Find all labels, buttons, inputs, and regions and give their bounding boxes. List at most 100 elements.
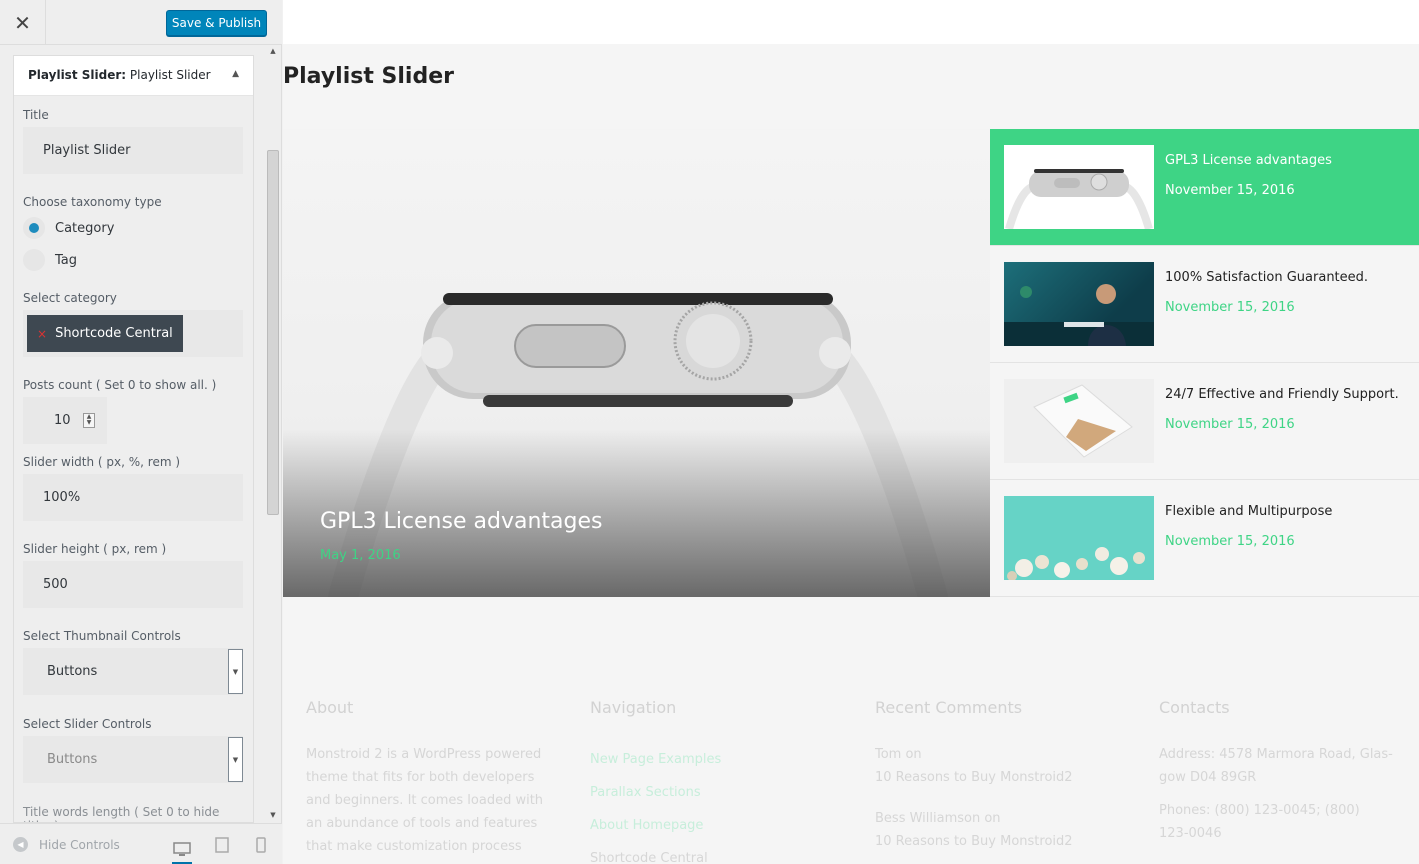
footer-about-line: and beginners. It comes loaded with [306, 793, 544, 808]
thumbnail-list: GPL3 License advantages November 15, 201… [990, 129, 1419, 597]
man-laptop-thumbnail [1004, 262, 1154, 346]
thumbnail-title: Flexible and Multipurpose [1165, 504, 1333, 519]
chevron-down-icon[interactable]: ▼ [228, 737, 243, 782]
taxonomy-option-label: Category [55, 220, 115, 236]
thumbnail-item[interactable]: Flexible and Multipurpose November 15, 2… [990, 480, 1419, 597]
footer-nav-link[interactable]: New Page Examples [590, 743, 850, 776]
hide-controls-button[interactable]: ◀ Hide Controls [13, 837, 120, 852]
footer-nav-link[interactable]: About Homepage [590, 809, 850, 842]
taxonomy-option-tag[interactable]: Tag [23, 246, 243, 274]
slider-width-input[interactable]: 100% [23, 474, 243, 521]
category-chip-label: Shortcode Central [55, 326, 173, 341]
taxonomy-option-label: Tag [55, 252, 78, 268]
tablet-preview-icon[interactable] [212, 836, 232, 854]
collapse-caret-icon[interactable]: ▲ [232, 69, 239, 79]
sidebar-scrollbar[interactable]: ▲ ▼ [266, 45, 280, 823]
footer-about-line: Monstroid 2 is a WordPress powered [306, 747, 542, 762]
radio-category[interactable] [23, 217, 45, 239]
contact-line: 123-0046 [1159, 826, 1222, 841]
category-select[interactable]: × Shortcode Central [23, 310, 243, 357]
contact-line: gow D04 89GR [1159, 770, 1257, 785]
widget-controls: Title Playlist Slider Choose taxonomy ty… [14, 96, 253, 822]
thumbnail-date: November 15, 2016 [1165, 183, 1295, 198]
posts-count-value: 10 [54, 413, 71, 428]
widget-name-label: Playlist Slider [129, 68, 211, 82]
posts-count-label: Posts count ( Set 0 to show all. ) [23, 378, 217, 392]
hide-controls-label: Hide Controls [39, 837, 120, 852]
thumbnail-title: 100% Satisfaction Guaranteed. [1165, 270, 1369, 285]
thumbnail-date: November 15, 2016 [1165, 417, 1295, 432]
footer-about-line: theme that fits for both developers [306, 770, 535, 785]
scrollbar-thumb[interactable] [267, 150, 279, 515]
brochure-thumbnail [1004, 379, 1154, 463]
taxonomy-label: Choose taxonomy type [23, 195, 162, 209]
title-words-label: Title words length ( Set 0 to hide title… [23, 805, 220, 822]
thumbnail-controls-value: Buttons [47, 664, 98, 679]
footer-about: About Monstroid 2 is a WordPress powered… [306, 698, 566, 858]
site-preview: Playlist Slider GPL3 License advantages … [283, 0, 1419, 864]
close-icon[interactable]: ✕ [0, 0, 46, 45]
watch-thumbnail [1004, 145, 1154, 229]
footer-recent-comments: Recent Comments Tom on 10 Reasons to Buy… [875, 698, 1135, 853]
scroll-down-icon[interactable]: ▼ [266, 811, 280, 821]
footer-contacts-heading: Contacts [1159, 698, 1230, 717]
comment-author: Tom on [875, 747, 922, 762]
slider-controls-label: Select Slider Controls [23, 717, 152, 731]
thumbnail-title: GPL3 License advantages [1165, 153, 1332, 168]
customizer-sidebar: ✕ Save & Publish Playlist Slider: Playli… [0, 0, 282, 864]
widget-panel: Playlist Slider: Playlist Slider ▲ Title… [13, 55, 254, 823]
footer-about-line: an abundance of tools and features [306, 816, 538, 831]
thumbnail-item[interactable]: 24/7 Effective and Friendly Support. Nov… [990, 363, 1419, 480]
footer-navigation: Navigation New Page Examples Parallax Se… [590, 698, 850, 864]
footer-about-line: that make customization process [306, 839, 522, 854]
slider-width-label: Slider width ( px, %, rem ) [23, 455, 181, 469]
main-slide[interactable]: GPL3 License advantages May 1, 2016 [283, 129, 990, 597]
customizer-header: ✕ Save & Publish [0, 0, 282, 45]
footer-comments-heading: Recent Comments [875, 698, 1023, 717]
site-footer: About Monstroid 2 is a WordPress powered… [283, 680, 1419, 864]
comment-post-link[interactable]: 10 Reasons to Buy Monstroid2 [875, 830, 1135, 853]
comment-post-link[interactable]: 10 Reasons to Buy Monstroid2 [875, 766, 1135, 789]
thumbnail-item[interactable]: 100% Satisfaction Guaranteed. November 1… [990, 246, 1419, 363]
posts-count-input[interactable]: 10 ▲ ▼ [23, 397, 107, 444]
slide-date: May 1, 2016 [320, 548, 401, 563]
collapse-arrow-icon: ◀ [13, 837, 28, 852]
thumbnail-title: 24/7 Effective and Friendly Support. [1165, 387, 1399, 402]
title-input[interactable]: Playlist Slider [23, 127, 243, 174]
slider-controls-select[interactable]: Buttons ▼ [23, 736, 243, 783]
thumbnail-controls-label: Select Thumbnail Controls [23, 629, 181, 643]
category-chip[interactable]: × Shortcode Central [27, 315, 183, 352]
spinner-arrows-icon[interactable]: ▲ ▼ [83, 413, 95, 428]
preview-header [283, 0, 1419, 44]
customizer-footer: ◀ Hide Controls [0, 823, 282, 864]
slider-height-label: Slider height ( px, rem ) [23, 542, 167, 556]
thumbnail-date: November 15, 2016 [1165, 300, 1295, 315]
comment-author: Bess Williamson on [875, 811, 1001, 826]
footer-nav-link[interactable]: Shortcode Central [590, 842, 850, 864]
slide-title[interactable]: GPL3 License advantages [320, 509, 602, 534]
thumbnail-item[interactable]: GPL3 License advantages November 15, 201… [990, 129, 1419, 246]
slider-controls-value: Buttons [47, 752, 98, 767]
page-title: Playlist Slider [283, 64, 454, 89]
thumbnail-controls-select[interactable]: Buttons ▼ [23, 648, 243, 695]
scroll-up-icon[interactable]: ▲ [266, 47, 280, 57]
category-label: Select category [23, 291, 117, 305]
contact-line: Address: 4578 Marmora Road, Glas- [1159, 747, 1393, 762]
slider-height-input[interactable]: 500 [23, 561, 243, 608]
desktop-preview-icon[interactable] [172, 836, 192, 864]
widget-panel-header[interactable]: Playlist Slider: Playlist Slider ▲ [14, 56, 253, 96]
footer-about-heading: About [306, 698, 354, 717]
radio-tag[interactable] [23, 249, 45, 271]
mobile-preview-icon[interactable] [251, 836, 271, 854]
taxonomy-option-category[interactable]: Category [23, 214, 243, 242]
save-publish-button[interactable]: Save & Publish [166, 10, 267, 36]
thumbnail-date: November 15, 2016 [1165, 534, 1295, 549]
contact-line: Phones: (800) 123-0045; (800) [1159, 803, 1360, 818]
title-label: Title [23, 108, 49, 122]
footer-nav-link[interactable]: Parallax Sections [590, 776, 850, 809]
chevron-down-icon[interactable]: ▼ [228, 649, 243, 694]
flowers-thumbnail [1004, 496, 1154, 580]
widget-type-label: Playlist Slider: [28, 68, 127, 82]
footer-navigation-heading: Navigation [590, 698, 677, 717]
remove-chip-icon[interactable]: × [37, 327, 47, 341]
